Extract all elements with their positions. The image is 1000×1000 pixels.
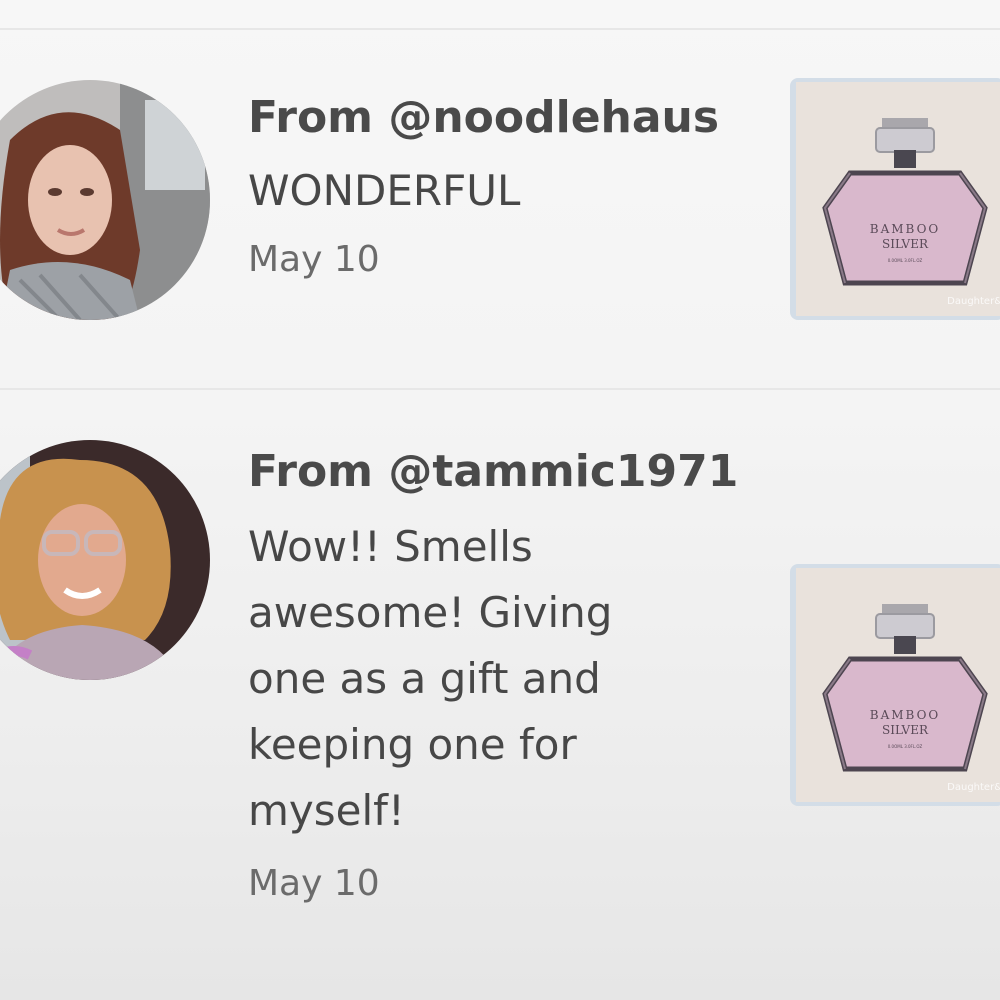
product-thumbnail[interactable]: BAMBOO SILVER 0.0OML 3.0FL.OZ Daughter& (790, 564, 1000, 806)
product-brand-line2: SILVER (882, 237, 929, 251)
review-content: From @noodlehaus WONDERFUL May 10 (248, 92, 748, 282)
review-text-line: keeping one for (248, 720, 577, 769)
product-brand-line1: BAMBOO (870, 708, 941, 722)
product-brand-line2: SILVER (882, 723, 929, 737)
review-text-line: awesome! Giving (248, 588, 613, 637)
review-author[interactable]: From @noodlehaus (248, 92, 748, 144)
review-author[interactable]: From @tammic1971 (248, 446, 748, 498)
product-thumbnail[interactable]: BAMBOO SILVER 0.0OML 3.0FL.OZ Daughter& (790, 78, 1000, 320)
review-date: May 10 (248, 239, 380, 280)
product-volume: 0.0OML 3.0FL.OZ (888, 744, 923, 749)
review-text: Wow!! Smells awesome! Giving one as a gi… (248, 514, 748, 844)
avatar[interactable] (0, 80, 210, 320)
review-content: From @tammic1971 Wow!! Smells awesome! G… (248, 446, 748, 906)
review-text-line: myself! (248, 786, 405, 835)
review-item[interactable]: From @tammic1971 Wow!! Smells awesome! G… (0, 390, 1000, 1000)
review-text-line: Wow!! Smells (248, 522, 533, 571)
product-watermark: Daughter& (947, 296, 1000, 307)
review-date: May 10 (248, 863, 380, 904)
product-brand-line1: BAMBOO (870, 222, 941, 236)
review-text-line: one as a gift and (248, 654, 601, 703)
review-item[interactable]: From @noodlehaus WONDERFUL May 10 BAMBOO… (0, 30, 1000, 388)
review-text: WONDERFUL (248, 166, 521, 215)
product-volume: 0.0OML 3.0FL.OZ (888, 258, 923, 263)
product-watermark: Daughter& (947, 782, 1000, 793)
avatar[interactable] (0, 440, 210, 680)
